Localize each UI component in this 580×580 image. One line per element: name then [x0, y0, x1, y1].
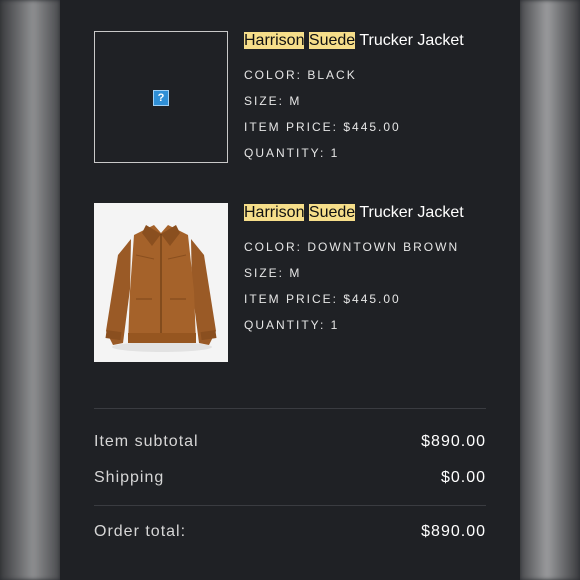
divider — [94, 408, 486, 409]
product-size: SIZE: M — [244, 266, 302, 280]
product-price: ITEM PRICE: $445.00 — [244, 120, 401, 134]
search-highlight: Suede — [308, 32, 356, 49]
product-image[interactable] — [94, 203, 228, 362]
product-color: COLOR: DOWNTOWN BROWN — [244, 240, 460, 254]
product-title[interactable]: Harrison Suede Trucker Jacket — [244, 31, 504, 50]
product-title-rest: Trucker Jacket — [359, 204, 464, 221]
subtotal-row: Item subtotal $890.00 — [94, 433, 486, 455]
shipping-value: $0.00 — [440, 469, 486, 486]
product-size: SIZE: M — [244, 94, 302, 108]
product-quantity: QUANTITY: 1 — [244, 146, 340, 160]
product-quantity: QUANTITY: 1 — [244, 318, 340, 332]
order-total-row: Order total: $890.00 — [94, 523, 486, 545]
jacket-photo — [94, 203, 228, 362]
shipping-row: Shipping $0.00 — [94, 469, 486, 491]
product-image-placeholder[interactable]: ? — [94, 31, 228, 163]
subtotal-label: Item subtotal — [94, 433, 199, 450]
search-highlight: Harrison — [244, 204, 305, 221]
broken-image-icon: ? — [153, 90, 169, 106]
line-item-details: Harrison Suede Trucker Jacket COLOR: DOW… — [244, 203, 504, 332]
product-price: ITEM PRICE: $445.00 — [244, 292, 401, 306]
product-color: COLOR: BLACK — [244, 68, 357, 82]
shipping-label: Shipping — [94, 469, 165, 486]
blurred-background-left — [0, 0, 60, 580]
search-highlight: Suede — [308, 204, 356, 221]
subtotal-value: $890.00 — [421, 433, 486, 450]
order-summary-panel: ? Harrison Suede Trucker Jacket COLOR: B… — [60, 0, 520, 580]
order-total-value: $890.00 — [421, 523, 486, 540]
divider — [94, 505, 486, 506]
product-title-rest: Trucker Jacket — [359, 32, 464, 49]
search-highlight: Harrison — [244, 32, 305, 49]
product-title[interactable]: Harrison Suede Trucker Jacket — [244, 203, 504, 222]
line-item-details: Harrison Suede Trucker Jacket COLOR: BLA… — [244, 31, 504, 160]
blurred-background-right — [520, 0, 580, 580]
order-total-label: Order total: — [94, 523, 187, 540]
